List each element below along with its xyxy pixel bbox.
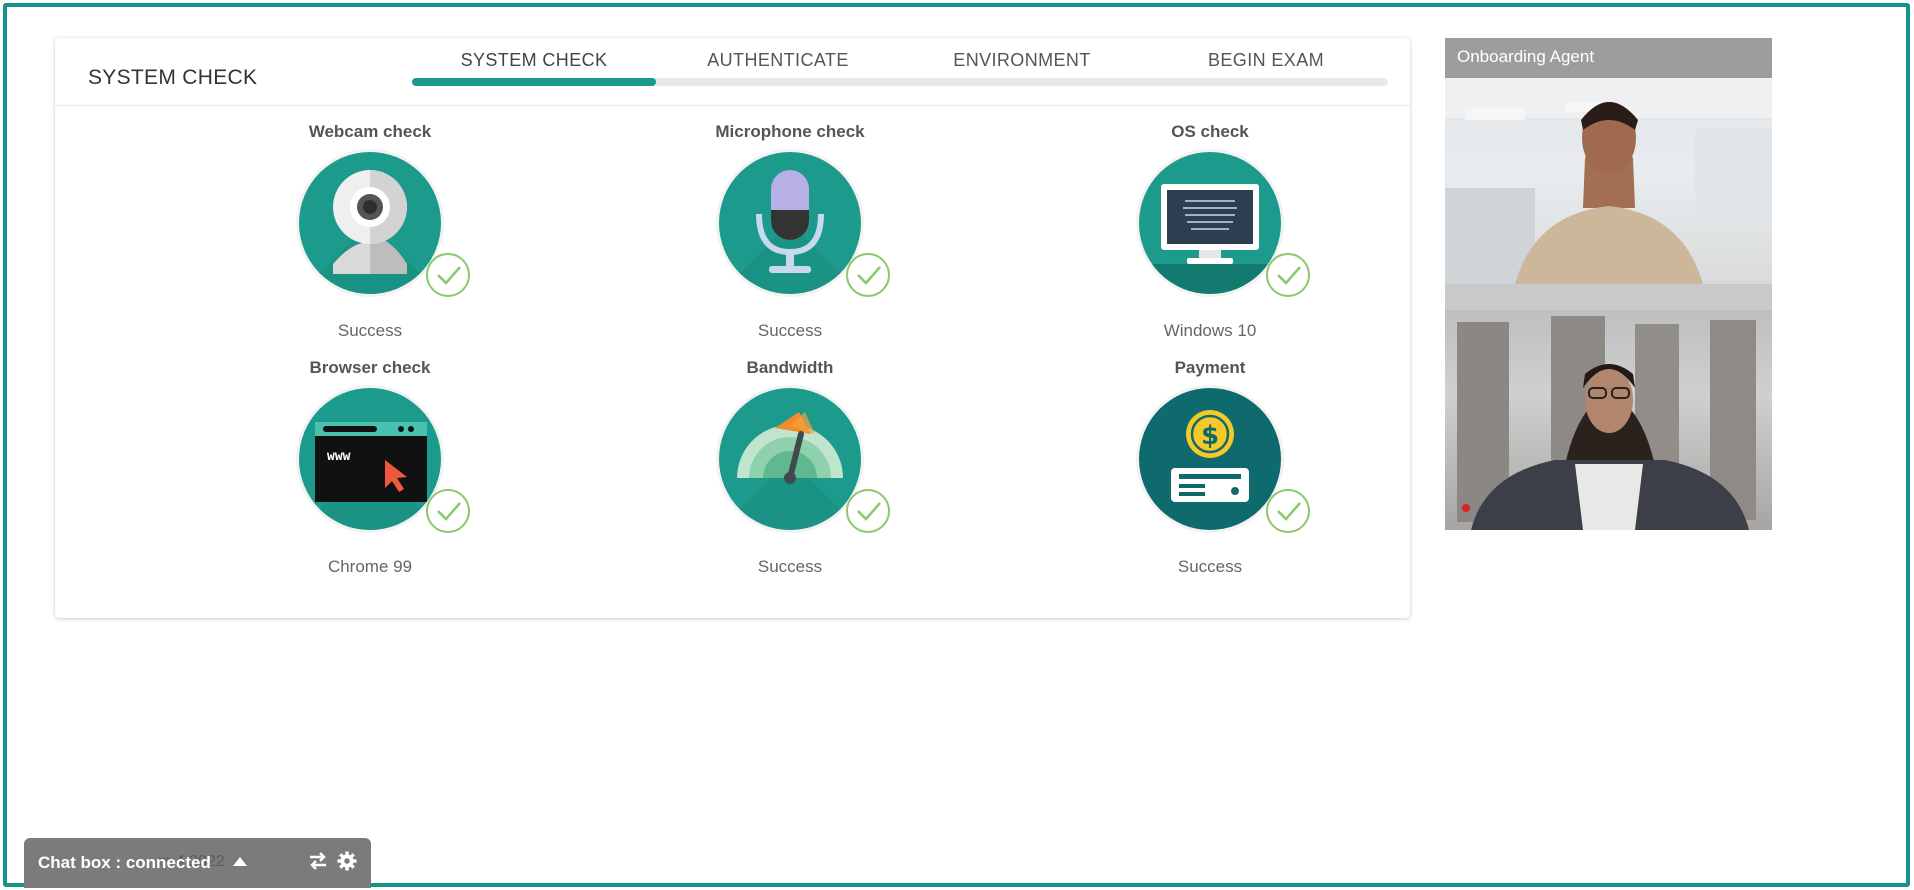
chat-status-label: Chat box : connected [38,853,211,872]
success-check-icon [846,253,890,297]
chat-box-bar[interactable]: m 4 2022 Chat box : connected [24,838,371,888]
tab-authenticate[interactable]: AUTHENTICATE [656,50,900,71]
check-title: Bandwidth [746,358,834,377]
check-title: Browser check [309,358,431,377]
svg-text:$: $ [1201,421,1219,451]
video-panel: Onboarding Agent [1445,38,1772,530]
check-status: Success [757,321,823,340]
page-title: SYSTEM CHECK [88,66,258,89]
webcam-icon [299,152,441,294]
payment-check: Payment $ Success [1090,356,1330,578]
os-check: OS check Windows 10 [1090,120,1330,342]
success-check-icon [426,253,470,297]
success-check-icon [426,489,470,533]
card-header: SYSTEM CHECK SYSTEM CHECK AUTHENTICATE E… [55,38,1410,106]
check-status: Success [1177,557,1243,576]
check-status: Success [337,321,403,340]
recording-indicator-icon [1462,504,1470,512]
tab-begin-exam[interactable]: BEGIN EXAM [1144,50,1388,71]
swap-arrows-icon[interactable] [307,850,329,877]
check-status: Success [757,557,823,576]
success-check-icon [846,489,890,533]
check-title: Webcam check [308,122,432,141]
check-status: Windows 10 [1163,321,1257,340]
tab-system-check[interactable]: SYSTEM CHECK [412,50,656,71]
check-title: OS check [1171,122,1249,141]
check-title: Microphone check [715,122,865,141]
webcam-check: Webcam check Success [250,120,490,342]
step-progress-track [412,78,1388,86]
success-check-icon [1266,253,1310,297]
gear-icon[interactable] [336,850,358,877]
candidate-video-feed [1445,284,1772,530]
microphone-check: Microphone check Success [670,120,910,342]
speedometer-icon [719,388,861,530]
browser-icon: www [299,388,441,530]
monitor-icon [1139,152,1281,294]
tab-environment[interactable]: ENVIRONMENT [900,50,1144,71]
success-check-icon [1266,489,1310,533]
check-status: Chrome 99 [327,557,413,576]
microphone-icon [719,152,861,294]
step-progress-fill [412,78,656,86]
system-check-card: SYSTEM CHECK SYSTEM CHECK AUTHENTICATE E… [55,38,1410,618]
payment-icon: $ [1139,388,1281,530]
browser-check: Browser check www Chrome 99 [250,356,490,578]
step-tabs: SYSTEM CHECK AUTHENTICATE ENVIRONMENT BE… [412,38,1388,106]
bandwidth-check: Bandwidth Success [670,356,910,578]
chevron-up-icon[interactable] [233,857,247,866]
video-label: Onboarding Agent [1445,38,1772,78]
check-title: Payment [1174,358,1246,377]
svg-text:www: www [327,449,351,464]
